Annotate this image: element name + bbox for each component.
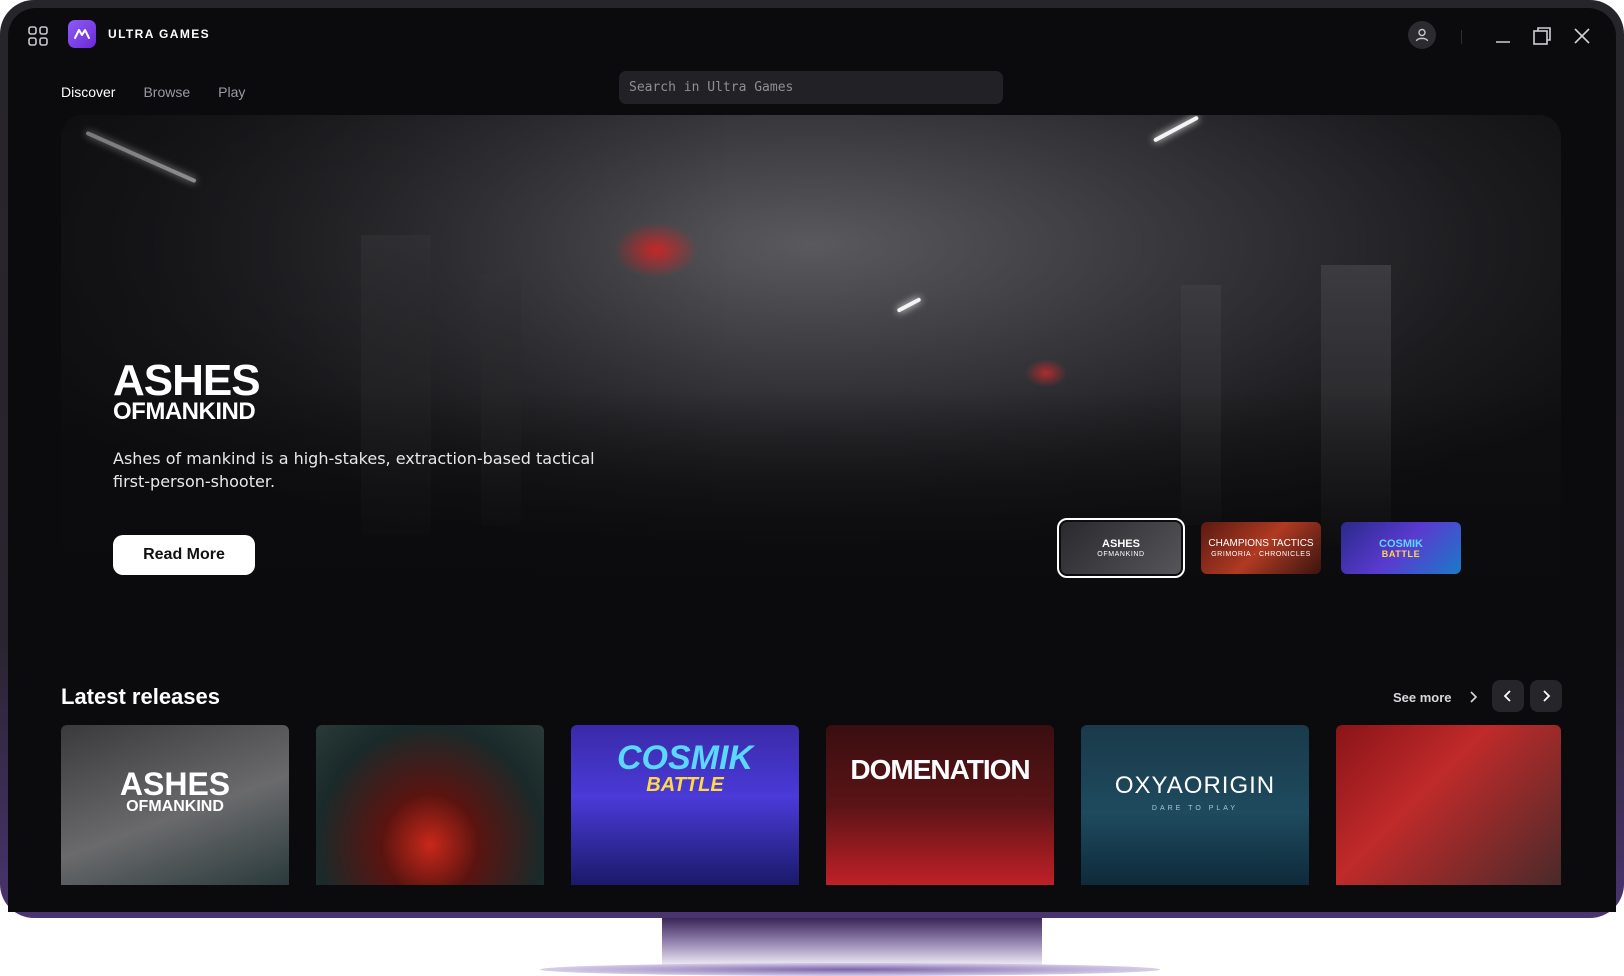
hero-gradient-overlay [61, 115, 1561, 615]
hero-logo-line2: OFMANKIND [113, 398, 256, 425]
tab-play[interactable]: Play [218, 84, 245, 100]
card-subtitle: OFMANKIND [126, 798, 224, 815]
brand-logo[interactable] [68, 20, 96, 48]
carousel-next-button[interactable] [1530, 680, 1562, 712]
hero-game-logo: ASHES OFMANKIND [113, 356, 261, 425]
game-card-heroes[interactable] [1336, 725, 1561, 885]
hero-thumbnail-champions[interactable]: CHAMPIONS TACTICS GRIMORIA · CHRONICLES [1201, 522, 1321, 574]
thumbnail-title: CHAMPIONS TACTICS [1208, 537, 1314, 549]
card-title: DOMENATION [850, 754, 1030, 785]
game-card-domenation[interactable]: DOMENATION [826, 725, 1054, 885]
card-subtitle: DARE TO PLAY [1151, 805, 1239, 812]
search-input[interactable] [619, 71, 1003, 104]
thumbnail-title: ASHES [1102, 537, 1140, 550]
chevron-left-icon [1503, 690, 1511, 702]
carousel-prev-button[interactable] [1492, 680, 1524, 712]
game-card-art[interactable] [316, 725, 544, 885]
card-title: COSMIK [617, 739, 753, 777]
chevron-right-icon [1543, 690, 1551, 702]
grid-icon[interactable] [26, 24, 50, 48]
monitor-stand [662, 918, 1042, 966]
monitor-frame: ULTRA GAMES Discover Browse Play Search … [0, 0, 1624, 918]
card-title: OXYAORIGIN [1114, 772, 1276, 799]
thumbnail-title: COSMIK [1379, 537, 1423, 550]
see-more-link[interactable]: See more [1393, 690, 1452, 705]
user-icon [1415, 28, 1429, 42]
latest-releases-title: Latest releases [61, 684, 220, 709]
tab-discover[interactable]: Discover [61, 84, 115, 100]
infinity-icon [74, 29, 90, 39]
chevron-right-icon[interactable] [1465, 689, 1481, 705]
app-window: ULTRA GAMES Discover Browse Play Search … [8, 8, 1616, 912]
hero-description: Ashes of mankind is a high-stakes, extra… [113, 449, 595, 491]
game-card-cosmik[interactable]: COSMIK BATTLE [571, 725, 799, 885]
thumbnail-subtitle: GRIMORIA · CHRONICLES [1211, 550, 1311, 558]
hero-banner: ASHES OFMANKIND Ashes of mankind is a hi… [61, 115, 1561, 615]
brand-name: ULTRA GAMES [108, 27, 211, 41]
hero-thumbnail-cosmik[interactable]: COSMIK BATTLE [1341, 522, 1461, 574]
restore-icon[interactable] [1530, 24, 1554, 48]
main-nav: Discover Browse Play [61, 84, 245, 100]
close-icon[interactable] [1570, 24, 1594, 48]
card-title: ASHES [119, 766, 231, 802]
title-bar: ULTRA GAMES [8, 8, 1616, 68]
game-card-oxya[interactable]: OXYAORIGIN DARE TO PLAY [1081, 725, 1309, 885]
minimize-icon[interactable] [1491, 24, 1515, 48]
hero-thumbnail-ashes[interactable]: ASHES OFMANKIND [1057, 518, 1185, 578]
title-bar-divider [1461, 30, 1462, 44]
thumbnail-subtitle: OFMANKIND [1097, 550, 1145, 558]
monitor-stand-base [540, 963, 1160, 976]
tab-browse[interactable]: Browse [143, 84, 190, 100]
hero-logo-line1: ASHES [113, 356, 261, 405]
game-card-ashes[interactable]: ASHES OFMANKIND [61, 725, 289, 885]
latest-releases-carousel: ASHES OFMANKIND COSMIK BATTLE DOMENATION [61, 725, 1561, 885]
thumbnail-subtitle: BATTLE [1381, 548, 1421, 559]
user-button[interactable] [1408, 21, 1436, 49]
read-more-button[interactable]: Read More [113, 535, 255, 575]
